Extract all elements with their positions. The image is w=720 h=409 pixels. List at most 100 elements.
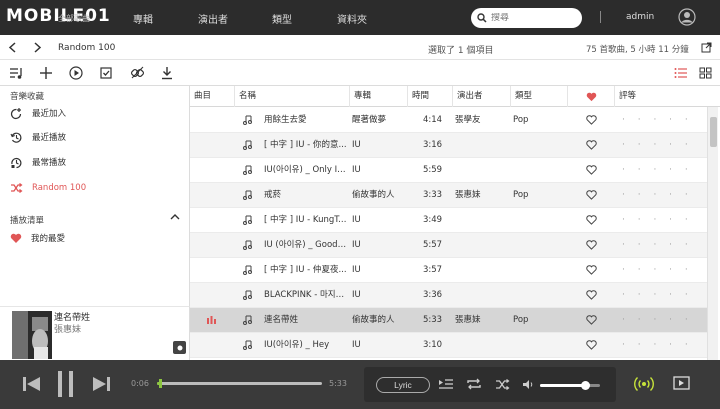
sidebar-item-random-100[interactable]: Random 100 [10, 179, 86, 197]
progress-bar[interactable] [157, 379, 322, 388]
favorite-toggle[interactable] [586, 183, 597, 208]
column-artist[interactable]: 演出者 [453, 86, 511, 107]
song-icon [243, 183, 252, 208]
column-name[interactable]: 名稱 [235, 86, 350, 107]
volume-handle[interactable] [581, 381, 590, 390]
column-album[interactable]: 專輯 [350, 86, 408, 107]
lyric-button[interactable]: Lyric [376, 377, 430, 393]
pause-icon[interactable] [56, 370, 76, 398]
column-rating[interactable]: 評等 [615, 86, 720, 107]
sidebar-item-favorites[interactable]: 我的最愛 [10, 229, 65, 247]
nav-folder[interactable]: 資料夾 [337, 11, 367, 26]
progress-handle[interactable] [159, 379, 163, 388]
heart-outline-icon[interactable] [586, 139, 597, 150]
queue-icon[interactable] [438, 378, 454, 391]
table-row[interactable]: [ 中字 ] IU - KungTar... IU 3:49 · · · · · [190, 208, 707, 233]
nav-artist[interactable]: 演出者 [198, 11, 228, 26]
table-row[interactable]: IU (아이유) _ Good ... IU 5:57 · · · · · [190, 233, 707, 258]
playlist-add-icon[interactable] [9, 66, 25, 80]
chevron-up-icon[interactable] [170, 213, 180, 220]
scrollbar-thumb[interactable] [710, 117, 717, 147]
song-time: 3:36 [423, 290, 443, 300]
add-icon[interactable] [39, 66, 53, 80]
column-track[interactable]: 曲目 [190, 86, 235, 107]
heart-outline-icon[interactable] [586, 339, 597, 350]
play-circle-icon[interactable] [69, 66, 83, 80]
select-all-icon[interactable] [99, 66, 113, 80]
back-icon[interactable] [8, 42, 18, 53]
all-songs-label: 全部歌曲 [58, 14, 90, 23]
vertical-scrollbar[interactable] [707, 107, 718, 360]
sidebar-item-recently-played[interactable]: 最近播放 [10, 128, 66, 146]
heart-outline-icon[interactable] [586, 214, 597, 225]
volume-fill [540, 384, 585, 387]
nav-genre[interactable]: 類型 [272, 11, 292, 26]
favorite-toggle[interactable] [586, 208, 597, 233]
rating-stars[interactable]: · · · · · [622, 158, 693, 183]
favorite-toggle[interactable] [586, 133, 597, 158]
search-input[interactable] [491, 13, 571, 23]
music-note-icon [243, 190, 252, 200]
song-genre [513, 258, 567, 283]
expand-button[interactable] [173, 341, 186, 354]
table-row[interactable]: IU(아이유) _ Only I d... IU 5:59 · · · · · [190, 158, 707, 183]
table-row[interactable]: IU(아이유) _ Hey IU 3:10 · · · · · [190, 333, 707, 358]
heart-outline-icon[interactable] [586, 189, 597, 200]
column-genre[interactable]: 類型 [511, 86, 568, 107]
rating-stars[interactable]: · · · · · [622, 133, 693, 158]
avatar-icon[interactable] [678, 8, 696, 26]
favorite-toggle[interactable] [586, 333, 597, 358]
search-box[interactable] [471, 8, 582, 28]
table-row[interactable]: 戒菸 偷故事的人 3:33 張惠妹 Pop · · · · · [190, 183, 707, 208]
repeat-icon[interactable] [466, 377, 482, 391]
song-icon [243, 108, 252, 133]
column-time[interactable]: 時間 [408, 86, 453, 107]
forward-icon[interactable] [32, 42, 42, 53]
album-cover[interactable] [12, 311, 52, 359]
favorite-toggle[interactable] [586, 108, 597, 133]
sidebar-item-recently-added[interactable]: 最近加入 [10, 104, 66, 122]
volume-slider[interactable] [540, 381, 600, 390]
rating-stars[interactable]: · · · · · [622, 208, 693, 233]
favorite-toggle[interactable] [586, 233, 597, 258]
previous-icon[interactable] [22, 376, 42, 392]
heart-outline-icon[interactable] [586, 314, 597, 325]
grid-view-icon[interactable] [699, 67, 712, 79]
rating-stars[interactable]: · · · · · [622, 233, 693, 258]
table-row[interactable]: [ 中字 ] IU - 你的意... IU 3:16 · · · · · [190, 133, 707, 158]
song-icon [243, 133, 252, 158]
list-view-icon[interactable] [674, 67, 688, 79]
favorite-toggle[interactable] [586, 283, 597, 308]
rating-stars[interactable]: · · · · · [622, 108, 693, 133]
table-row[interactable]: [ 中字 ] IU - 仲夏夜... IU 3:57 · · · · · [190, 258, 707, 283]
external-link-icon[interactable] [701, 42, 712, 53]
heart-outline-icon[interactable] [586, 164, 597, 175]
unlink-icon[interactable] [130, 66, 145, 80]
sidebar-item-most-played[interactable]: 最常播放 [10, 153, 66, 171]
broadcast-icon[interactable] [634, 375, 654, 393]
favorite-toggle[interactable] [586, 308, 597, 333]
rating-stars[interactable]: · · · · · [622, 258, 693, 283]
shuffle-icon[interactable] [495, 378, 510, 391]
song-name: 用餘生去愛 [264, 115, 307, 125]
heart-outline-icon[interactable] [586, 289, 597, 300]
next-icon[interactable] [91, 376, 111, 392]
heart-outline-icon[interactable] [586, 239, 597, 250]
download-icon[interactable] [161, 66, 173, 80]
rating-stars[interactable]: · · · · · [622, 183, 693, 208]
rating-stars[interactable]: · · · · · [622, 308, 693, 333]
favorite-toggle[interactable] [586, 258, 597, 283]
table-row[interactable]: BLACKPINK - 마지막... IU 3:36 · · · · · [190, 283, 707, 308]
fullscreen-player-icon[interactable] [673, 376, 690, 390]
nav-album[interactable]: 專輯 [133, 11, 153, 26]
rating-stars[interactable]: · · · · · [622, 333, 693, 358]
username[interactable]: admin [626, 12, 654, 22]
volume-icon[interactable] [522, 379, 535, 390]
rating-stars[interactable]: · · · · · [622, 283, 693, 308]
heart-outline-icon[interactable] [586, 264, 597, 275]
column-favorite[interactable] [568, 86, 615, 107]
favorite-toggle[interactable] [586, 158, 597, 183]
table-row[interactable]: 用餘生去愛 醒著做夢 4:14 張學友 Pop · · · · · [190, 108, 707, 133]
heart-outline-icon[interactable] [586, 114, 597, 125]
table-row[interactable]: 連名帶姓 偷故事的人 5:33 張惠妹 Pop · · · · · [190, 308, 707, 333]
